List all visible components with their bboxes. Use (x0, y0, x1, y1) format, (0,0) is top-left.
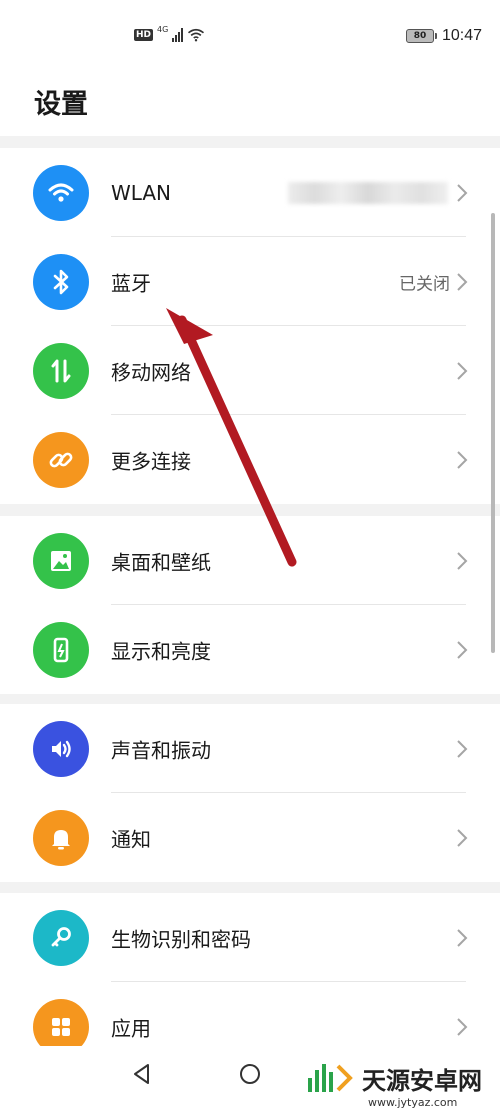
settings-item-label: 应用 (111, 1016, 151, 1040)
battery-icon: 80 (405, 29, 437, 43)
chevron-right-icon (457, 183, 468, 202)
settings-item-label: 生物识别和密码 (111, 927, 251, 951)
wifi-network-name-redacted (288, 181, 448, 204)
chevron-right-icon (457, 1017, 468, 1036)
status-right: 80 10:47 (405, 27, 482, 45)
key-icon (33, 909, 89, 966)
watermark-logo-icon (308, 1064, 353, 1092)
settings-item-label: 蓝牙 (111, 271, 151, 295)
scrollbar[interactable] (491, 213, 495, 653)
settings-item-notifications[interactable]: 通知 (0, 793, 500, 882)
settings-item-sound-vibration[interactable]: 声音和振动 (0, 704, 500, 793)
chevron-right-icon (457, 450, 468, 469)
clock: 10:47 (441, 27, 482, 44)
watermark: 天源安卓网 www.jytyaz.com (304, 1056, 482, 1109)
settings-group-display: 桌面和壁纸 显示和亮度 (0, 516, 500, 694)
settings-group-security-apps: 生物识别和密码 应用 (0, 893, 500, 1071)
wallpaper-icon (33, 532, 89, 589)
settings-item-mobile-network[interactable]: 移动网络 (0, 326, 500, 415)
settings-item-label: 桌面和壁纸 (111, 550, 211, 574)
bluetooth-status: 已关闭 (399, 274, 450, 294)
settings-group-sound: 声音和振动 通知 (0, 704, 500, 882)
header: 设置 (0, 76, 500, 136)
network-type-label: 4G (157, 24, 169, 34)
sound-icon (33, 720, 89, 777)
settings-item-label: 移动网络 (111, 360, 191, 384)
display-icon (33, 621, 89, 678)
settings-item-label: 更多连接 (111, 449, 191, 473)
bell-icon (33, 809, 89, 866)
wifi-icon (33, 164, 89, 221)
settings-item-biometrics-password[interactable]: 生物识别和密码 (0, 893, 500, 982)
settings-item-display-brightness[interactable]: 显示和亮度 (0, 605, 500, 694)
settings-group-connectivity: WLAN 蓝牙 已关闭 移动网络 更多连接 (0, 148, 500, 504)
settings-item-more-connections[interactable]: 更多连接 (0, 415, 500, 504)
settings-item-label: 声音和振动 (111, 738, 211, 762)
signal-icon (172, 28, 184, 42)
chevron-right-icon (457, 551, 468, 570)
home-circle-icon[interactable] (238, 1062, 262, 1086)
chevron-right-icon (457, 272, 468, 291)
settings-item-wallpaper[interactable]: 桌面和壁纸 (0, 516, 500, 605)
settings-item-bluetooth[interactable]: 蓝牙 已关闭 (0, 237, 500, 326)
mobile-data-icon (33, 342, 89, 399)
chevron-right-icon (457, 361, 468, 380)
wifi-status-icon (188, 28, 205, 42)
chevron-right-icon (457, 928, 468, 947)
status-bar: HD 4G 80 10:47 (0, 0, 500, 76)
battery-level: 80 (413, 31, 427, 41)
back-triangle-icon[interactable] (130, 1062, 154, 1086)
watermark-url: www.jytyaz.com (368, 1096, 458, 1109)
chevron-right-icon (457, 828, 468, 847)
settings-item-wlan[interactable]: WLAN (0, 148, 500, 237)
link-icon (33, 431, 89, 488)
page-title: 设置 (34, 89, 88, 120)
settings-item-label: 通知 (111, 827, 151, 851)
chevron-right-icon (457, 739, 468, 758)
watermark-name: 天源安卓网 (362, 1066, 482, 1095)
settings-item-label: 显示和亮度 (111, 639, 211, 663)
hd-voice-badge: HD (134, 29, 154, 41)
network-indicators: HD 4G (134, 24, 205, 42)
chevron-right-icon (457, 640, 468, 659)
settings-item-label: WLAN (111, 180, 172, 205)
bluetooth-icon (33, 253, 89, 310)
